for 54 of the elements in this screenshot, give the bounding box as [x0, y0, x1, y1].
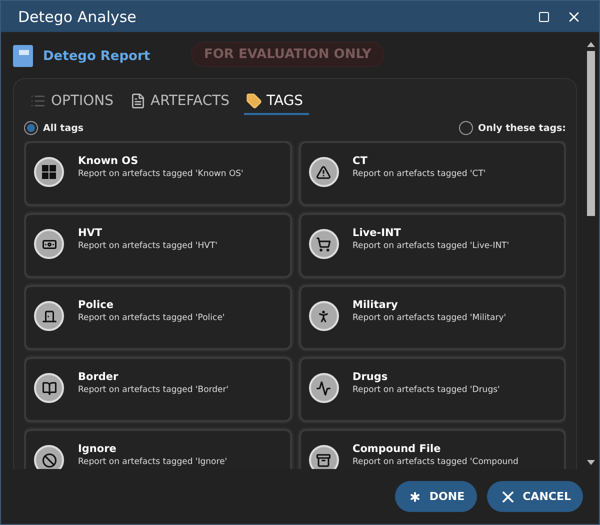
radio-option[interactable]: All tags: [24, 121, 84, 135]
tag-name: HVT: [78, 227, 104, 239]
book-icon: [42, 380, 56, 396]
tag-card[interactable]: HVT Report on artefacts tagged 'HVT': [24, 213, 292, 278]
tag-description: Report on artefacts tagged 'Border': [78, 385, 229, 395]
tag-card[interactable]: Police Report on artefacts tagged 'Police': [24, 285, 292, 350]
evaluation-banner: FOR EVALUATION ONLY: [191, 42, 384, 67]
tag-description: Report on artefacts tagged 'CT': [352, 169, 486, 179]
tag-card[interactable]: Drugs Report on artefacts tagged 'Drugs': [298, 357, 566, 422]
pulse-icon: [316, 380, 331, 396]
tab[interactable]: TAGS: [244, 91, 310, 115]
warning-icon: [316, 164, 331, 180]
tag-icon: [246, 93, 262, 109]
tag-description: Report on artefacts tagged 'Compound: [352, 457, 518, 467]
tag-description: Report on artefacts tagged 'Police': [78, 313, 225, 323]
report-title: Detego Report: [43, 48, 150, 64]
report-icon: [13, 45, 33, 67]
cart-icon: [316, 236, 331, 252]
tag-name: Drugs: [352, 371, 389, 383]
tag-description: Report on artefacts tagged 'Live-INT': [352, 241, 510, 251]
tag-name: Border: [78, 371, 120, 383]
tag-card[interactable]: CT Report on artefacts tagged 'CT': [298, 141, 566, 206]
tag-name: Military: [352, 299, 399, 311]
windows-icon: [41, 164, 57, 180]
tag-name: Police: [78, 299, 114, 311]
tag-card[interactable]: Border Report on artefacts tagged 'Border': [24, 357, 292, 422]
window-title: Detego Analyse: [18, 8, 138, 26]
document-icon: [130, 93, 146, 109]
done-button[interactable]: DONE: [395, 481, 477, 512]
tag-card[interactable]: Military Report on artefacts tagged 'Military': [298, 285, 566, 350]
tag-description: Report on artefacts tagged 'Ignore': [78, 457, 228, 467]
tag-card[interactable]: Ignore Report on artefacts tagged 'Ignore': [24, 429, 292, 469]
tag-card[interactable]: Known OS Report on artefacts tagged 'Known OS': [24, 141, 292, 206]
tab[interactable]: OPTIONS: [28, 91, 120, 115]
tag-card[interactable]: Compound File Report on artefacts tagged 'Compound: [298, 429, 566, 469]
archive-icon: [316, 452, 331, 468]
tag-name: CT: [352, 155, 368, 167]
cancel-button[interactable]: CANCEL: [486, 481, 583, 512]
tag-description: Report on artefacts tagged 'Military': [352, 313, 506, 323]
tag-description: Report on artefacts tagged 'Known OS': [78, 169, 244, 179]
tag-name: Compound File: [352, 443, 442, 455]
tab[interactable]: ARTEFACTS: [128, 91, 236, 115]
maximize-icon: [538, 10, 550, 22]
radio-option[interactable]: Only these tags:: [459, 121, 566, 135]
tag-description: Report on artefacts tagged 'Drugs': [352, 385, 500, 395]
door-icon: [42, 308, 56, 324]
tag-name: Ignore: [78, 443, 118, 455]
person-icon: [316, 308, 331, 324]
ban-icon: [42, 452, 56, 468]
tag-description: Report on artefacts tagged 'HVT': [78, 241, 218, 251]
tag-card[interactable]: Live-INT Report on artefacts tagged 'Live-INT': [298, 213, 566, 278]
list-icon: [30, 93, 46, 109]
tag-name: Known OS: [78, 155, 140, 167]
tag-name: Live-INT: [352, 227, 402, 239]
